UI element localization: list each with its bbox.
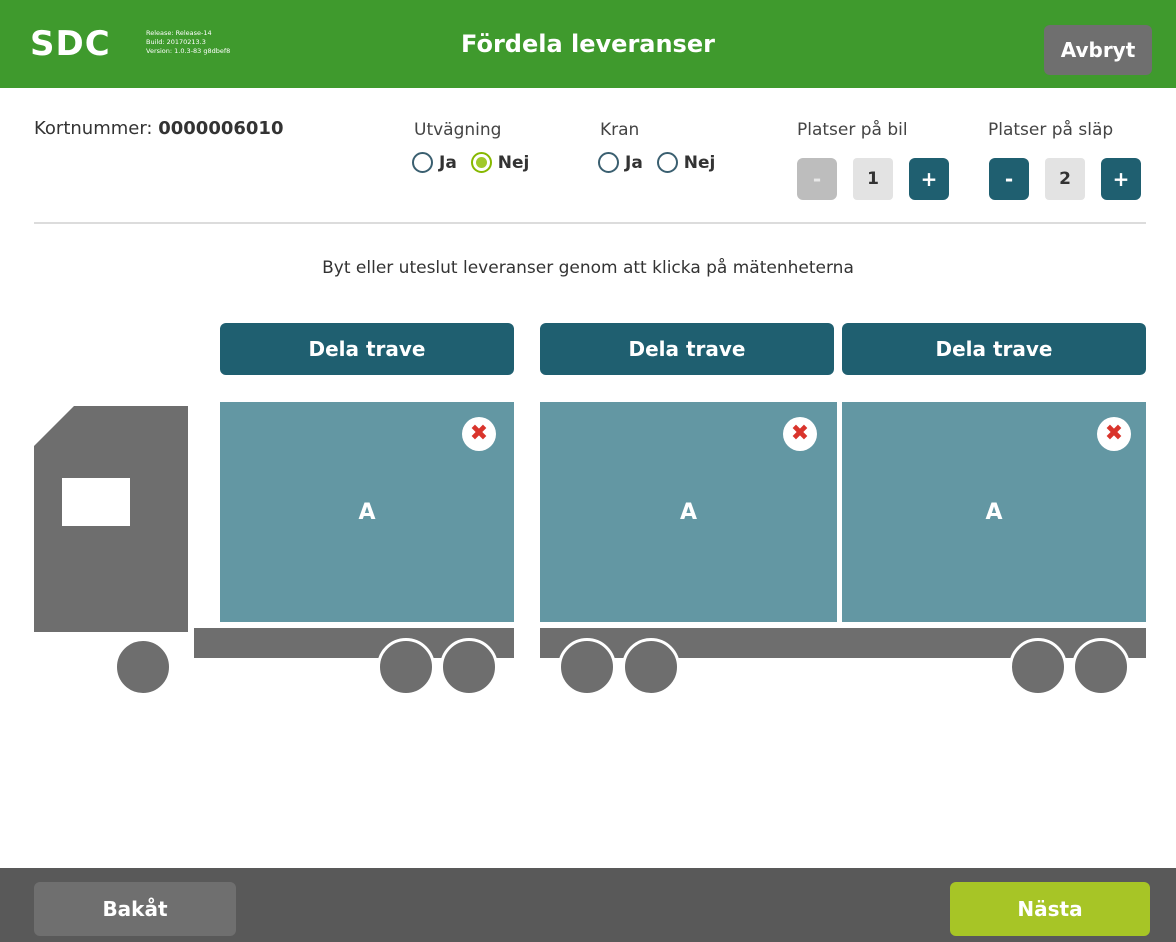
split-stack-button-1[interactable]: Dela trave	[220, 323, 514, 375]
slot-unit-label: A	[358, 499, 376, 525]
card-number-label: Kortnummer:	[34, 118, 159, 139]
close-icon[interactable]: ✖	[783, 417, 817, 451]
build-release: Release: Release-14	[146, 29, 212, 37]
crane-no-option[interactable]: Nej	[656, 152, 716, 173]
build-number: Build: 20170213.3	[146, 38, 206, 46]
wheel-icon	[622, 638, 680, 696]
trailer-slots-minus-button[interactable]: -	[989, 158, 1029, 200]
instruction-text: Byt eller uteslut leveranser genom att k…	[322, 258, 854, 278]
slot-unit-label: A	[985, 499, 1003, 525]
card-number-row: Kortnummer: 0000006010	[34, 118, 283, 139]
trailer-slots-stepper: - 2 +	[989, 158, 1141, 200]
wheel-icon	[377, 638, 435, 696]
truck-slots-stepper: - 1 +	[797, 158, 949, 200]
weighing-no-option[interactable]: Nej	[470, 152, 530, 173]
build-info: Release: Release-14 Build: 20170213.3 Ve…	[146, 29, 306, 56]
crane-label: Kran	[600, 120, 640, 140]
next-button[interactable]: Nästa	[950, 882, 1150, 936]
crane-radio-group: Ja Nej	[598, 152, 715, 173]
trailer-slots-value: 2	[1045, 158, 1085, 200]
truck-slots-label: Platser på bil	[797, 120, 908, 140]
radio-circle-icon[interactable]	[412, 152, 433, 173]
wheel-icon	[558, 638, 616, 696]
cancel-button[interactable]: Avbryt	[1044, 25, 1152, 75]
divider	[34, 222, 1146, 224]
wheel-icon	[114, 638, 172, 696]
page-title: Fördela leveranser	[461, 30, 715, 58]
logo-text: SDC	[30, 24, 111, 64]
weighing-radio-group: Ja Nej	[412, 152, 529, 173]
weighing-no-label: Nej	[497, 152, 530, 173]
crane-yes-label: Ja	[625, 152, 643, 173]
radio-circle-icon[interactable]	[598, 152, 619, 173]
radio-selected-icon[interactable]	[470, 152, 492, 173]
crane-no-label: Nej	[683, 152, 716, 173]
truck-slots-minus-button[interactable]: -	[797, 158, 837, 200]
back-button[interactable]: Bakåt	[34, 882, 236, 936]
truck-slots-value: 1	[853, 158, 893, 200]
card-number-value: 0000006010	[158, 118, 284, 139]
trailer-slots-plus-button[interactable]: +	[1101, 158, 1141, 200]
weighing-yes-label: Ja	[439, 152, 457, 173]
slot-unit-label: A	[679, 499, 698, 525]
crane-yes-option[interactable]: Ja	[598, 152, 643, 173]
weighing-label: Utvägning	[414, 120, 502, 140]
split-stack-button-3[interactable]: Dela trave	[842, 323, 1146, 375]
wheel-icon	[1009, 638, 1067, 696]
trailer-slots-label: Platser på släp	[988, 120, 1114, 140]
wheel-icon	[440, 638, 498, 696]
close-icon[interactable]: ✖	[462, 417, 496, 451]
truck-cab-icon	[34, 406, 188, 632]
truck-slots-plus-button[interactable]: +	[909, 158, 949, 200]
wheel-icon	[1072, 638, 1130, 696]
close-icon[interactable]: ✖	[1097, 417, 1131, 451]
split-stack-button-2[interactable]: Dela trave	[540, 323, 834, 375]
radio-circle-icon[interactable]	[656, 152, 678, 173]
weighing-yes-option[interactable]: Ja	[412, 152, 457, 173]
build-version: Version: 1.0.3-83 g8dbef8	[146, 47, 231, 55]
sdc-logo: SDC	[30, 24, 130, 64]
